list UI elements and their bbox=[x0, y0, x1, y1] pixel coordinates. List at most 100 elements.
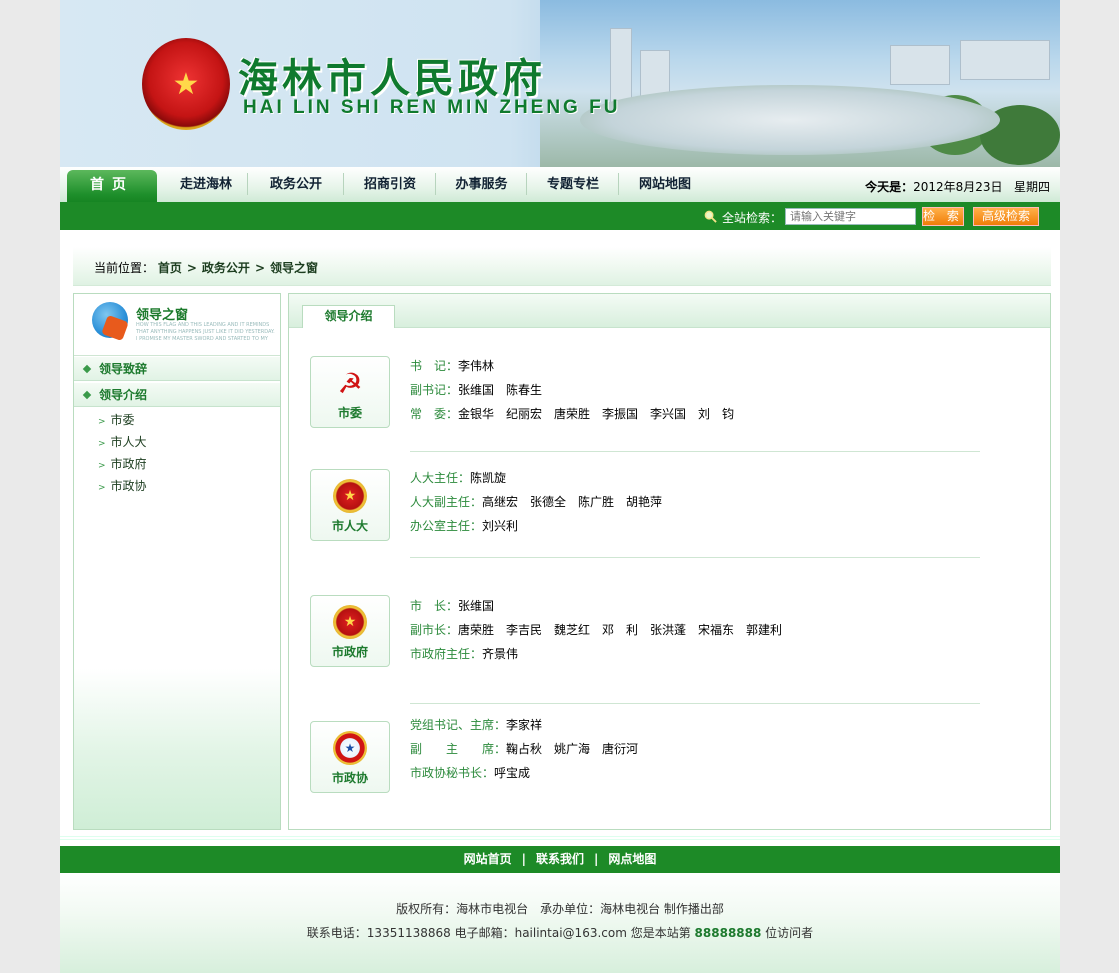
nav-item-topics[interactable]: 专题专栏 bbox=[527, 167, 619, 202]
leader-names: 张维国 陈春生 bbox=[458, 383, 543, 397]
sidebar-subitem-label: 市人大 bbox=[110, 435, 147, 449]
group-label: 市政府 bbox=[331, 645, 368, 659]
leader-row: 市 长：张维国 bbox=[410, 597, 494, 614]
group-label: 市委 bbox=[337, 406, 362, 420]
leader-names: 金银华 纪丽宏 唐荣胜 李振国 李兴国 刘 钧 bbox=[458, 407, 735, 421]
sidebar-subitem-label: 市政协 bbox=[110, 479, 147, 493]
date-value: 2012年8月23日 bbox=[913, 180, 1003, 194]
sidebar-item-label: 领导介绍 bbox=[99, 388, 148, 402]
group-icon-peoples-congress[interactable]: ★ 市人大 bbox=[310, 469, 390, 541]
diamond-bullet-icon bbox=[82, 390, 92, 400]
leader-row: 市政府主任：齐景伟 bbox=[410, 645, 518, 662]
group-label: 市政协 bbox=[331, 771, 368, 785]
banner: ★ 海林市人民政府 HAI LIN SHI REN MIN ZHENG FU bbox=[60, 0, 1060, 167]
page: ★ 海林市人民政府 HAI LIN SHI REN MIN ZHENG FU 首… bbox=[60, 0, 1060, 973]
visit-suffix: 位访问者 bbox=[765, 926, 814, 940]
sidebar-subtitle: HOW THIS FLAG AND THIS LEADING AND IT RE… bbox=[136, 322, 275, 340]
divider bbox=[410, 451, 980, 452]
role-label: 书 记： bbox=[410, 359, 459, 373]
banner-plaza bbox=[580, 85, 1000, 155]
cppcc-emblem-icon: ★ bbox=[333, 731, 367, 765]
divider bbox=[410, 557, 980, 558]
sidebar-item-leader-speech[interactable]: 领导致辞 bbox=[74, 356, 280, 381]
role-label: 党组书记、主席： bbox=[410, 718, 507, 732]
building bbox=[960, 40, 1050, 80]
sidebar-subitem-cppcc[interactable]: > 市政协 bbox=[98, 477, 147, 494]
main-nav: 首页 走进海林 政务公开 招商引资 办事服务 专题专栏 网站地图 今天是：201… bbox=[60, 167, 1060, 205]
sidebar-item-leader-intro[interactable]: 领导介绍 bbox=[74, 382, 280, 407]
footer-link-sitemap[interactable]: 网点地图 bbox=[608, 852, 656, 866]
group-label: 市人大 bbox=[331, 519, 368, 533]
building bbox=[610, 28, 632, 108]
footer-link-contact[interactable]: 联系我们 bbox=[536, 852, 584, 866]
leader-row: 办公室主任：刘兴利 bbox=[410, 517, 518, 534]
nav-item-services[interactable]: 办事服务 bbox=[436, 167, 527, 202]
nav-item-home[interactable]: 首页 bbox=[67, 170, 157, 205]
footer: 版权所有：海林市电视台 承办单位：海林电视台 制作播出部 联系电话：133511… bbox=[60, 873, 1060, 973]
leader-names: 呼宝成 bbox=[494, 766, 531, 780]
party-emblem-icon: ☭ bbox=[337, 366, 363, 400]
role-label: 副市长： bbox=[410, 623, 459, 637]
content-header: 领导介绍 bbox=[289, 294, 1050, 328]
national-emblem-icon: ★ bbox=[142, 38, 230, 130]
leader-names: 齐景伟 bbox=[482, 647, 519, 661]
breadcrumb-home[interactable]: 首页 bbox=[158, 261, 182, 275]
diamond-bullet-icon bbox=[82, 364, 92, 374]
breadcrumb-bar: 当前位置： 首页 > 政务公开 > 领导之窗 bbox=[73, 247, 1051, 286]
separator: | bbox=[594, 852, 599, 866]
search-bar: 全站检索： 检 索 高级检索 bbox=[60, 202, 1060, 230]
leader-names: 陈凯旋 bbox=[470, 471, 507, 485]
breadcrumb-leaders-window[interactable]: 领导之窗 bbox=[270, 261, 318, 275]
leader-row: 副书记：张维国 陈春生 bbox=[410, 381, 542, 398]
national-emblem-icon: ★ bbox=[333, 605, 367, 639]
search-icon bbox=[704, 210, 717, 223]
leader-names: 张维国 bbox=[458, 599, 495, 613]
search-button[interactable]: 检 索 bbox=[922, 207, 964, 226]
group-icon-cppcc[interactable]: ★ 市政协 bbox=[310, 721, 390, 793]
breadcrumb: 当前位置： 首页 > 政务公开 > 领导之窗 bbox=[94, 259, 318, 276]
group-icon-government[interactable]: ★ 市政府 bbox=[310, 595, 390, 667]
chevron-right-icon: > bbox=[98, 439, 106, 449]
national-emblem-icon: ★ bbox=[333, 479, 367, 513]
chevron-right-icon: > bbox=[98, 483, 106, 493]
group-icon-party-committee[interactable]: ☭ 市委 bbox=[310, 356, 390, 428]
search-input[interactable] bbox=[785, 208, 916, 225]
sidebar-header: 领导之窗 HOW THIS FLAG AND THIS LEADING AND … bbox=[74, 294, 280, 356]
nav-item-gov-affairs[interactable]: 政务公开 bbox=[248, 167, 344, 202]
leader-names: 李伟林 bbox=[458, 359, 495, 373]
separator: | bbox=[521, 852, 526, 866]
weekday: 星期四 bbox=[1013, 180, 1050, 194]
sidebar-subitem-government[interactable]: > 市政府 bbox=[98, 455, 147, 472]
sidebar-subitem-peoples-congress[interactable]: > 市人大 bbox=[98, 433, 147, 450]
leader-row: 副市长：唐荣胜 李吉民 魏芝红 邓 利 张洪蓬 宋福东 郭建利 bbox=[410, 621, 782, 638]
site-title-en: HAI LIN SHI REN MIN ZHENG FU bbox=[243, 97, 621, 118]
role-label: 常 委： bbox=[410, 407, 459, 421]
leader-names: 鞠占秋 姚广海 唐衍河 bbox=[506, 742, 639, 756]
role-label: 副书记： bbox=[410, 383, 459, 397]
date-label: 今天是： bbox=[865, 180, 914, 194]
leader-names: 高继宏 张德全 陈广胜 胡艳萍 bbox=[482, 495, 663, 509]
role-label: 人大副主任： bbox=[410, 495, 483, 509]
chevron-right-icon: > bbox=[98, 461, 106, 471]
tab-leader-intro[interactable]: 领导介绍 bbox=[302, 305, 395, 328]
nav-item-about[interactable]: 走进海林 bbox=[164, 167, 248, 202]
sidebar-subitem-label: 市委 bbox=[110, 413, 135, 427]
sidebar-title: 领导之窗 bbox=[136, 308, 189, 323]
visit-counter: 88888888 bbox=[694, 926, 762, 940]
nav-item-investment[interactable]: 招商引资 bbox=[344, 167, 436, 202]
building bbox=[890, 45, 950, 85]
role-label: 人大主任： bbox=[410, 471, 471, 485]
role-label: 市政协秘书长： bbox=[410, 766, 495, 780]
copyright-text: 版权所有：海林市电视台 承办单位：海林电视台 制作播出部 bbox=[396, 902, 724, 916]
nav-item-sitemap[interactable]: 网站地图 bbox=[619, 167, 711, 202]
sidebar-subitem-party-committee[interactable]: > 市委 bbox=[98, 411, 135, 428]
footer-link-home[interactable]: 网站首页 bbox=[464, 852, 512, 866]
chevron-right-icon: > bbox=[254, 261, 265, 275]
leader-row: 书 记：李伟林 bbox=[410, 357, 494, 374]
breadcrumb-gov-affairs[interactable]: 政务公开 bbox=[202, 261, 250, 275]
leader-row: 人大主任：陈凯旋 bbox=[410, 469, 506, 486]
breadcrumb-label: 当前位置： bbox=[94, 261, 155, 275]
advanced-search-button[interactable]: 高级检索 bbox=[973, 207, 1039, 226]
leader-names: 刘兴利 bbox=[482, 519, 519, 533]
role-label: 市政府主任： bbox=[410, 647, 483, 661]
